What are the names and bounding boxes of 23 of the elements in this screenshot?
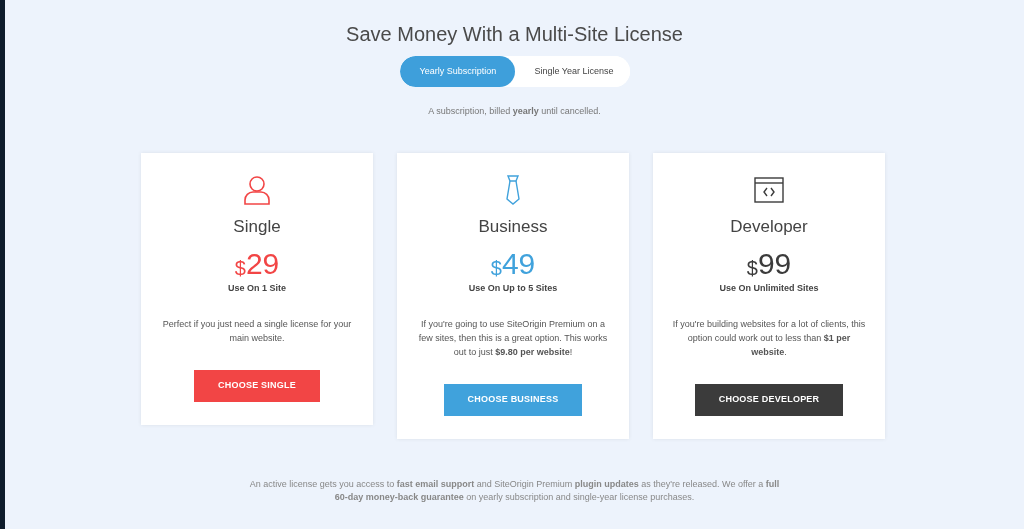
- choose-plan-button[interactable]: CHOOSE DEVELOPER: [694, 384, 844, 416]
- plan-name: Single: [233, 215, 281, 238]
- plan-description: If you're going to use SiteOrigin Premium on a few sites, then this is a great option. This works out to just $9.80 per website!: [417, 318, 609, 359]
- plan-description: If you're building websites for a lot of clients, this option could work out to less than $1 per website.: [671, 318, 867, 359]
- plan-description: Perfect if you just need a single license for your main website.: [161, 318, 353, 345]
- footer-note: An active license gets you access to fast email support and SiteOrigin Premium plugin updates as they're released. We offer a full 60-day money-back guarantee on yearly subscription and single-year license purchases.: [248, 478, 781, 504]
- choose-plan-button[interactable]: CHOOSE SINGLE: [194, 370, 320, 402]
- plan-usage: Use On Unlimited Sites: [719, 281, 819, 295]
- license-tab[interactable]: Single Year License: [514, 56, 630, 87]
- plan-usage: Use On Up to 5 Sites: [468, 281, 558, 295]
- plan-name: Business: [478, 215, 548, 238]
- plan-usage: Use On 1 Site: [228, 281, 286, 295]
- code-window-icon: [754, 176, 784, 203]
- plan-price: $49: [490, 245, 536, 282]
- tie-icon: [506, 174, 520, 205]
- person-icon: [243, 174, 271, 205]
- plan-name: Developer: [730, 215, 808, 238]
- plan-price: $29: [234, 245, 280, 282]
- page-title: Save Money With a Multi-Site License: [346, 22, 683, 47]
- plan-price: $99: [746, 245, 792, 282]
- license-tab[interactable]: Yearly Subscription: [399, 56, 515, 87]
- choose-plan-button[interactable]: CHOOSE BUSINESS: [443, 384, 583, 416]
- billing-note: A subscription, billed yearly until cancelled.: [428, 105, 601, 118]
